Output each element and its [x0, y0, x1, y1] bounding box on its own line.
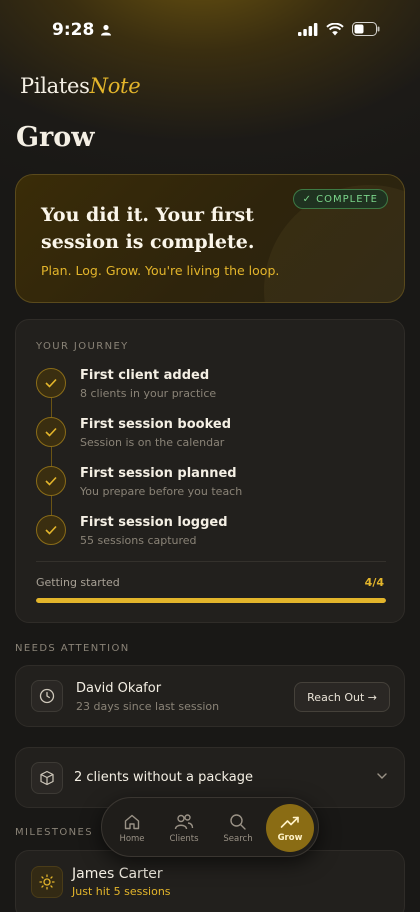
milestone-card[interactable]: James Carter Just hit 5 sessions: [15, 850, 405, 912]
battery-icon: [352, 22, 380, 36]
tab-label: Grow: [277, 832, 303, 843]
cellular-signal-icon: [298, 22, 318, 36]
hero-tagline: Plan. Log. Grow. You're living the loop.: [41, 263, 280, 278]
completion-hero-card: ✓ COMPLETE You did it. Your first sessio…: [15, 174, 405, 303]
divider: [36, 561, 386, 562]
client-last-session: 23 days since last session: [76, 700, 220, 713]
step-subtitle: Session is on the calendar: [80, 436, 225, 449]
step-title: First session planned: [80, 466, 237, 481]
clock-icon: [31, 680, 63, 712]
step-subtitle: 8 clients in your practice: [80, 387, 217, 400]
complete-badge: ✓ COMPLETE: [292, 189, 388, 209]
tab-grow[interactable]: Grow: [266, 804, 314, 852]
step-subtitle: 55 sessions captured: [80, 534, 197, 547]
hero-heading: You did it. Your first session is comple…: [41, 204, 255, 253]
page-title: Grow: [16, 122, 95, 153]
tab-home[interactable]: Home: [108, 804, 156, 852]
client-name: David Okafor: [76, 681, 162, 696]
brand-accent: Note: [89, 74, 141, 98]
journey-step: First session booked Session is on the c…: [36, 417, 376, 457]
brand-name: Pilates: [20, 74, 90, 98]
status-time: 9:28: [52, 20, 112, 40]
tab-clients[interactable]: Clients: [160, 804, 208, 852]
timeline-line: [51, 390, 52, 535]
journey-step: First client added 8 clients in your pra…: [36, 368, 376, 408]
tab-label: Search: [223, 833, 253, 844]
milestone-client-name: James Carter: [72, 866, 163, 882]
package-label: 2 clients without a package: [74, 770, 253, 785]
tab-search[interactable]: Search: [214, 804, 262, 852]
wifi-icon: [326, 22, 344, 35]
trending-up-icon: [280, 816, 299, 828]
milestone-subtitle: Just hit 5 sessions: [72, 885, 171, 898]
progress-count: 4/4: [364, 576, 384, 589]
reach-out-button[interactable]: Reach Out →: [294, 682, 390, 712]
chevron-down-icon[interactable]: [376, 770, 388, 782]
clock-text: 9:28: [52, 20, 95, 40]
home-icon: [124, 814, 140, 829]
progress-label: Getting started: [36, 576, 120, 589]
users-icon: [174, 813, 194, 829]
milestones-label: MILESTONES: [15, 827, 93, 838]
check-icon: [36, 466, 66, 496]
package-icon: [31, 762, 63, 794]
journey-step: First session logged 55 sessions capture…: [36, 515, 376, 555]
search-icon: [230, 813, 246, 830]
step-subtitle: You prepare before you teach: [80, 485, 243, 498]
status-icons: [298, 22, 380, 36]
progress-fill: [36, 598, 386, 603]
journey-label: YOUR JOURNEY: [36, 341, 129, 352]
step-title: First session logged: [80, 515, 228, 530]
step-title: First session booked: [80, 417, 232, 432]
check-icon: [36, 417, 66, 447]
journey-step: First session planned You prepare before…: [36, 466, 376, 506]
tab-label: Clients: [169, 833, 199, 844]
brand-logo: PilatesNote: [20, 74, 141, 98]
attention-card[interactable]: David Okafor 23 days since last session …: [15, 665, 405, 727]
check-icon: [36, 368, 66, 398]
tab-label: Home: [119, 833, 145, 844]
person-icon: [101, 24, 112, 36]
check-icon: [36, 515, 66, 545]
journey-card: YOUR JOURNEY First client added 8 client…: [15, 319, 405, 623]
progress-bar: [36, 598, 386, 603]
needs-attention-label: NEEDS ATTENTION: [15, 643, 130, 654]
sun-icon: [31, 866, 63, 898]
step-title: First client added: [80, 368, 210, 383]
status-bar: 9:28: [0, 0, 420, 60]
tab-bar: Home Clients Search Grow: [101, 797, 319, 857]
